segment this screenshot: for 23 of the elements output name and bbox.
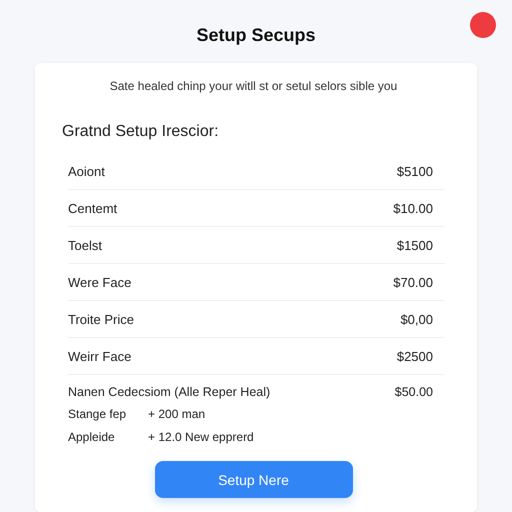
item-price: $0,00 — [400, 312, 433, 326]
item-price: $1500 — [396, 238, 433, 252]
detail-value: + 12.0 New epprerd — [148, 430, 254, 444]
item-label: Were Face — [68, 274, 132, 290]
summary-label: Nanen Cedecsiom (Alle Reper Heal) — [68, 385, 270, 399]
item-price: $10.00 — [393, 200, 433, 216]
alert-icon[interactable] — [470, 12, 496, 38]
section-heading: Gratnd Setup Irescior: — [62, 123, 220, 141]
detail-value: + 200 man — [148, 406, 206, 420]
item-price: $2500 — [396, 348, 433, 364]
item-price: $70.00 — [393, 274, 433, 290]
item-label: Aoiont — [68, 164, 105, 178]
setup-button[interactable]: Setup Nere — [154, 461, 352, 498]
detail-label: Stange fep — [68, 406, 128, 420]
summary-price: $50.00 — [394, 385, 433, 399]
item-label: Weirr Face — [68, 348, 132, 364]
item-label: Centemt — [68, 200, 118, 216]
detail-label: Appleide — [68, 430, 116, 444]
item-label: Troite Price — [68, 312, 134, 326]
page-title: Setup Secups — [195, 24, 317, 47]
card-subtitle: Sate healed chinp your witll st or setul selors sible you — [108, 79, 398, 93]
item-label: Toelst — [68, 238, 102, 252]
item-price: $5100 — [396, 164, 433, 178]
